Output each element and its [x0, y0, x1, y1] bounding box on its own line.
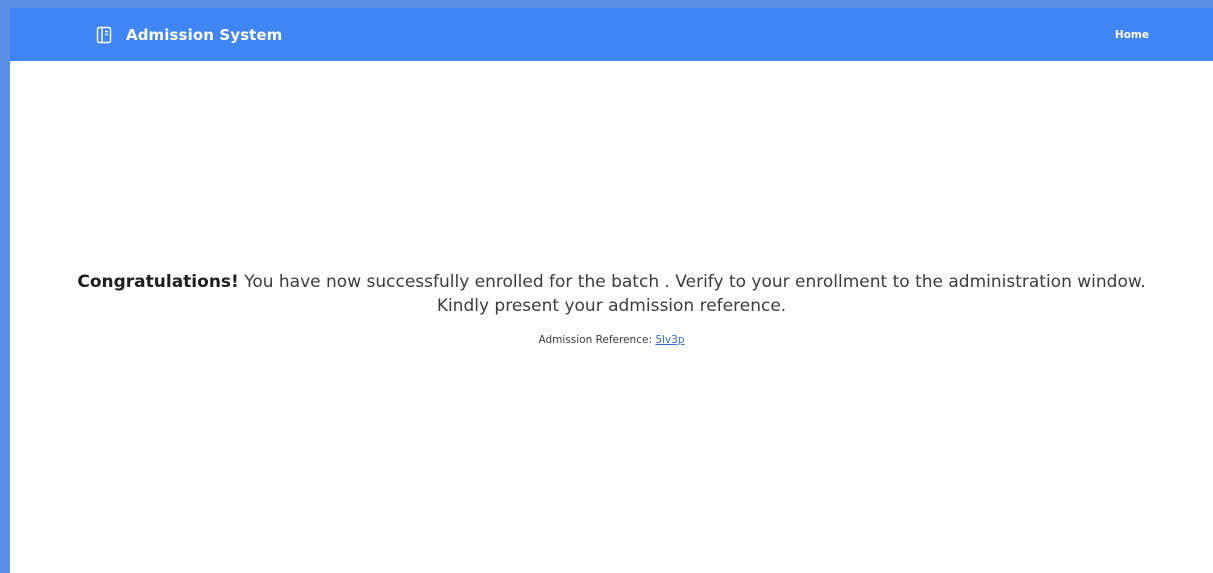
top-navbar: Admission System Home: [10, 8, 1213, 61]
confirmation-message: Congratulations! You have now successful…: [52, 270, 1172, 318]
confirmation-text: You have now successfully enrolled for t…: [238, 272, 1146, 316]
reference-label: Admission Reference:: [538, 334, 656, 346]
page-frame: Admission System Home Congratulations! Y…: [0, 0, 1213, 573]
reference-code-link[interactable]: 5lv3p: [655, 334, 684, 346]
brand[interactable]: Admission System: [96, 26, 282, 44]
brand-title: Admission System: [126, 25, 283, 44]
confirmation-section: Congratulations! You have now successful…: [10, 270, 1213, 346]
admission-reference: Admission Reference: 5lv3p: [10, 334, 1213, 346]
notebook-icon: [96, 26, 112, 44]
congratulations-headline: Congratulations!: [77, 272, 239, 292]
nav-home-link[interactable]: Home: [1115, 29, 1149, 41]
